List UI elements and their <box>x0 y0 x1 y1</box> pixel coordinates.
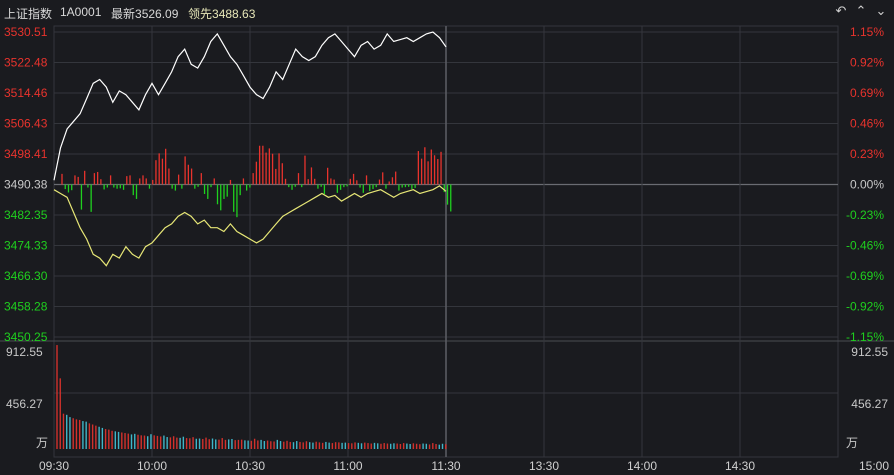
volume-unit-label: 万 <box>36 436 48 450</box>
percent-tick-label: 0.00% <box>850 178 884 192</box>
percent-tick-label: -0.69% <box>846 269 884 283</box>
price-tick-label: 3506.43 <box>4 117 48 131</box>
price-tick-label: 3490.38 <box>4 178 48 192</box>
price-tick-label: 3450.25 <box>4 330 48 344</box>
percent-tick-label: 0.92% <box>850 56 884 70</box>
time-tick-label: 14:00 <box>627 459 657 473</box>
volume-tick-label: 456.27 <box>851 397 888 411</box>
price-tick-label: 3458.28 <box>4 300 48 314</box>
percent-tick-label: -1.15% <box>846 330 884 344</box>
time-tick-label: 14:30 <box>725 459 755 473</box>
price-tick-label: 3482.35 <box>4 208 48 222</box>
percent-tick-label: 1.15% <box>850 25 884 39</box>
diff-bars <box>61 145 452 218</box>
percent-tick-label: 0.46% <box>850 117 884 131</box>
time-tick-label: 11:00 <box>333 459 362 473</box>
chart-canvas: 3530.51 3522.48 3514.46 3506.43 3498.41 3490.… <box>0 25 894 473</box>
price-tick-label: 3498.41 <box>4 147 48 161</box>
volume-unit-label: 万 <box>846 436 858 450</box>
price-tick-label: 3514.46 <box>4 86 48 100</box>
time-tick-label: 15:00 <box>859 459 889 473</box>
time-tick-label: 11:30 <box>431 459 460 473</box>
time-tick-label: 10:30 <box>235 459 265 473</box>
volume-tick-label: 912.55 <box>6 345 43 359</box>
price-tick-label: 3466.30 <box>4 269 48 283</box>
percent-tick-label: 0.23% <box>850 147 884 161</box>
percent-tick-label: -0.23% <box>846 208 884 222</box>
percent-tick-label: 0.69% <box>850 86 884 100</box>
time-tick-label: 10:00 <box>137 459 167 473</box>
price-tick-label: 3530.51 <box>4 25 48 39</box>
grid-lines <box>0 25 894 458</box>
intraday-chart-window: 上证指数 1A0001 最新3526.09 领先3488.63 ↶ ⌃ ⌄ 35… <box>0 0 894 475</box>
price-tick-label: 3522.48 <box>4 56 48 70</box>
volume-tick-label: 912.55 <box>851 345 888 359</box>
time-tick-label: 13:30 <box>529 459 559 473</box>
volume-tick-label: 456.27 <box>6 397 43 411</box>
time-tick-label: 09:30 <box>39 459 69 473</box>
price-tick-label: 3474.33 <box>4 239 48 253</box>
percent-tick-label: -0.92% <box>846 300 884 314</box>
volume-bars <box>56 345 447 449</box>
percent-tick-label: -0.46% <box>846 239 884 253</box>
